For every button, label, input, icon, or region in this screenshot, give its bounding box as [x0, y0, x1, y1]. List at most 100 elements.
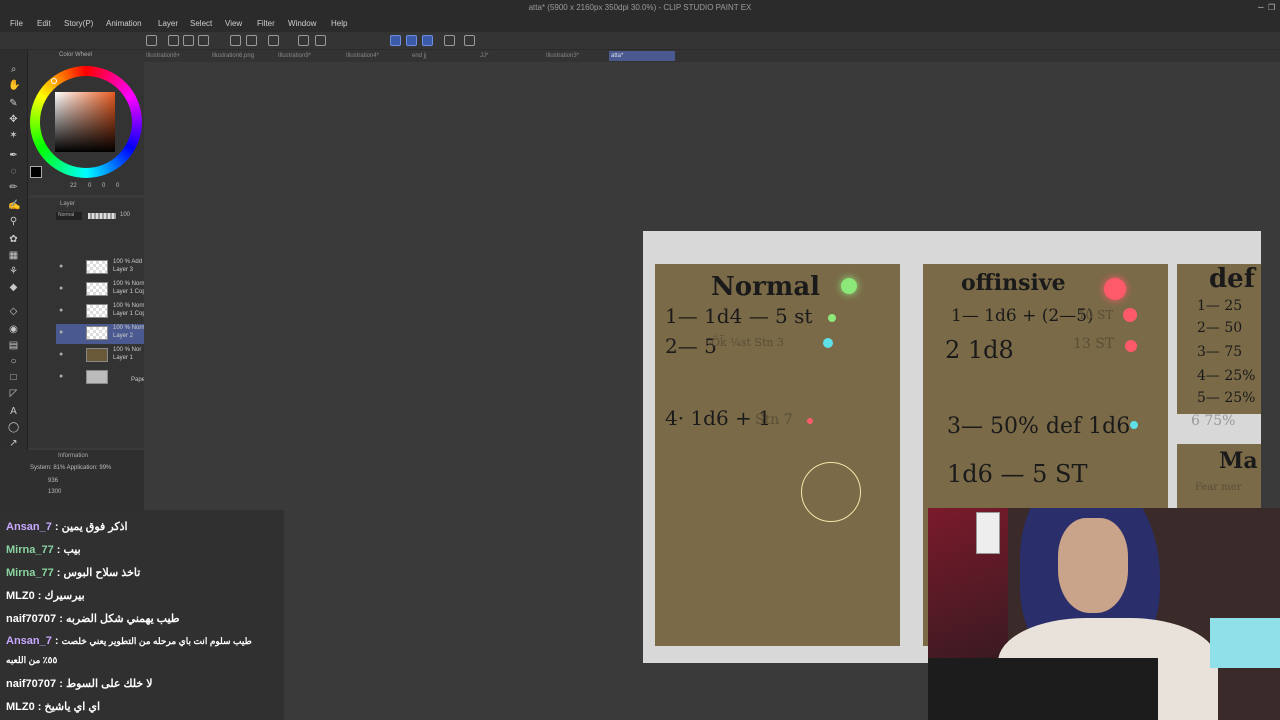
eye-icon[interactable]: ● — [59, 373, 63, 380]
balloon-icon[interactable]: ◯ — [8, 422, 19, 433]
brush-icon[interactable]: ✍ — [8, 200, 20, 211]
paint-bucket-icon[interactable]: ◉ — [8, 324, 19, 335]
gallery-icon[interactable] — [146, 35, 157, 46]
snap-grid-icon[interactable] — [422, 35, 433, 46]
status-dot-cyan — [1130, 421, 1138, 429]
status-dot-red — [1123, 308, 1137, 322]
monitor-screen — [1210, 618, 1280, 668]
chat-username: naif70707 — [6, 613, 57, 625]
layer-name: Layer 1 — [113, 355, 134, 361]
eye-icon[interactable]: ● — [59, 263, 63, 270]
menu-edit[interactable]: Edit — [37, 19, 51, 28]
tool-palette: ⌕ ✋ ✎ ✥ ✶ ✒ ◌ ✏ ✍ ⚲ ✿ ▦ ⚘ ◆ ◇ ◉ ▤ ○ □ ◸ … — [0, 50, 28, 510]
text-icon[interactable]: A — [8, 406, 19, 417]
opacity-slider[interactable] — [88, 213, 116, 219]
chat-message: naif70707 : لا خلك على السوط — [6, 678, 153, 690]
eraser-icon[interactable]: ◇ — [8, 306, 19, 317]
snap-guide-icon[interactable] — [406, 35, 417, 46]
lasso-icon[interactable]: ◌ — [8, 166, 19, 177]
stream-chat-overlay: Ansan_7 : اذكر فوق يمين Mirna_77 : بيب M… — [0, 510, 284, 720]
rectangle-icon[interactable]: □ — [8, 372, 19, 383]
card-normal-heading: Normal — [711, 272, 821, 302]
menu-filter[interactable]: Filter — [257, 19, 275, 28]
color-picker-handle[interactable] — [51, 78, 57, 84]
transform-icon[interactable] — [315, 35, 326, 46]
tab-document[interactable]: Illustration4* — [344, 51, 406, 61]
eye-icon[interactable]: ● — [59, 285, 63, 292]
menu-view[interactable]: View — [225, 19, 242, 28]
chat-text: تاخذ سلاح البوس — [63, 567, 141, 579]
status-dot-red — [1125, 340, 1137, 352]
fill-tool-icon[interactable]: ◆ — [8, 282, 19, 293]
undo-icon[interactable] — [230, 35, 241, 46]
blend-mode-select[interactable]: Normal — [56, 212, 82, 220]
eye-icon[interactable]: ● — [59, 329, 63, 336]
snap-ruler-icon[interactable] — [390, 35, 401, 46]
airbrush-icon[interactable]: ⚲ — [8, 216, 19, 227]
fill-icon[interactable] — [298, 35, 309, 46]
card-defense: def 1— 25 2— 50 3— 75 4— 25% 5— 25% — [1177, 264, 1261, 414]
eye-icon[interactable]: ● — [59, 307, 63, 314]
card-normal-line: 2— 5 — [665, 334, 717, 358]
cursor-x: 936 — [48, 478, 59, 484]
minimize-icon[interactable]: – — [1258, 2, 1264, 13]
layer-mode: 100 % Nor — [113, 347, 142, 353]
card-offensive-line: 1— 1d6 + (2—5) — [951, 306, 1094, 326]
eye-icon[interactable]: ● — [59, 351, 63, 358]
decoration-icon[interactable]: ✿ — [8, 234, 19, 245]
zoom-icon[interactable]: ⌕ — [8, 64, 19, 75]
correct-line-icon[interactable]: ↗ — [8, 438, 19, 449]
tablet-icon[interactable] — [444, 35, 455, 46]
menu-layer[interactable]: Layer — [158, 19, 178, 28]
menu-story[interactable]: Story(P) — [64, 19, 93, 28]
gradient-icon[interactable]: ▤ — [8, 340, 19, 351]
save-icon[interactable] — [198, 35, 209, 46]
avatar-face — [1058, 518, 1128, 613]
menu-animation[interactable]: Animation — [106, 19, 142, 28]
chat-username: Ansan_7 — [6, 635, 52, 647]
tab-document[interactable]: Illustration3* — [544, 51, 606, 61]
layer-thumbnail — [86, 326, 108, 340]
chat-message: Ansan_7 : اذكر فوق يمين — [6, 521, 128, 533]
layer-thumbnail — [86, 304, 108, 318]
assets-icon[interactable] — [464, 35, 475, 46]
saturation-value-square[interactable] — [55, 92, 115, 152]
tab-document[interactable]: Illustration8+ — [144, 51, 206, 61]
open-file-icon[interactable] — [183, 35, 194, 46]
menu-file[interactable]: File — [10, 19, 23, 28]
tab-document[interactable]: end jj — [410, 51, 472, 61]
card-magic: Ma Fear mer — [1177, 444, 1261, 514]
auto-select-icon[interactable]: ✶ — [8, 130, 19, 141]
tab-active-document[interactable]: atta* — [609, 51, 675, 61]
pen-icon[interactable]: ✒ — [8, 150, 19, 161]
frame-icon[interactable]: ▦ — [8, 250, 19, 261]
menu-help[interactable]: Help — [331, 19, 347, 28]
tab-document[interactable]: Illustration9* — [276, 51, 338, 61]
tab-document[interactable]: JJ* — [478, 51, 540, 61]
card-normal-faint: Stn 7 — [755, 412, 793, 428]
move-icon[interactable]: ✥ — [8, 114, 19, 125]
tab-document[interactable]: illustration6.png — [210, 51, 272, 61]
ellipse-icon[interactable]: ○ — [8, 356, 19, 367]
chat-message: MLZ0 : اي اي ياشيخ — [6, 701, 101, 713]
brush-cursor — [801, 462, 861, 522]
chat-text: ٥٥٪ من اللعبه — [6, 655, 58, 665]
new-file-icon[interactable] — [168, 35, 179, 46]
settings-icon[interactable] — [268, 35, 279, 46]
color-swatch-main[interactable] — [30, 166, 42, 178]
info-panel-title: Information — [58, 453, 89, 459]
desk — [928, 658, 1158, 720]
restore-icon[interactable]: ❐ — [1268, 3, 1275, 12]
menu-select[interactable]: Select — [190, 19, 212, 28]
layer-thumbnail — [86, 282, 108, 296]
blend-icon[interactable]: ⚘ — [8, 266, 19, 277]
chat-username: MLZ0 — [6, 701, 35, 713]
webcam-overlay — [928, 508, 1280, 720]
chat-text: اي اي ياشيخ — [44, 701, 101, 713]
redo-icon[interactable] — [246, 35, 257, 46]
eyedropper-icon[interactable]: ✎ — [8, 98, 19, 109]
ruler-icon[interactable]: ◸ — [8, 388, 19, 399]
hand-icon[interactable]: ✋ — [8, 80, 20, 91]
pencil-icon[interactable]: ✏ — [8, 182, 19, 193]
menu-window[interactable]: Window — [288, 19, 316, 28]
